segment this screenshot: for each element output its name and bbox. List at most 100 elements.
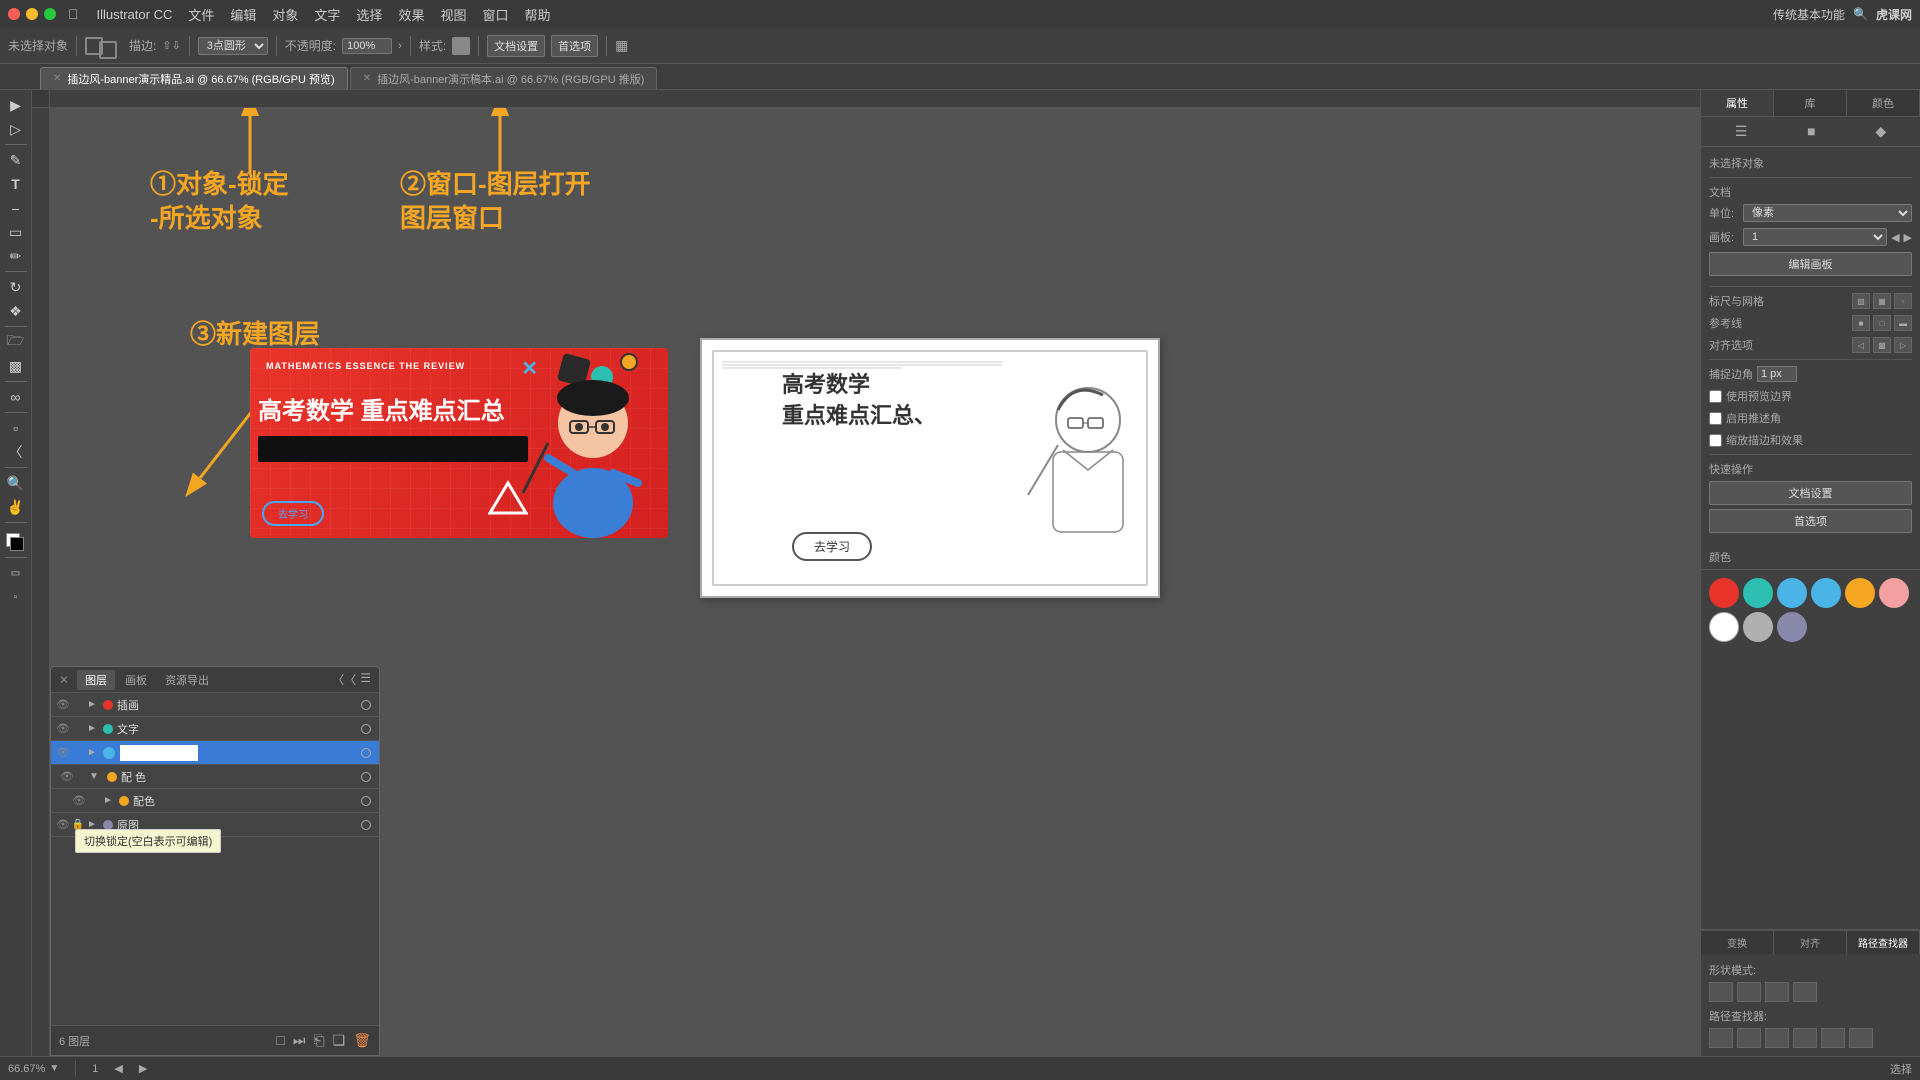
menu-select[interactable]: 选择 — [356, 5, 382, 24]
rulers-icon[interactable]: ▧ — [1852, 293, 1870, 309]
swatch-red[interactable] — [1709, 578, 1739, 608]
menu-view[interactable]: 视图 — [440, 5, 466, 24]
layer-visibility-5[interactable]: 👁 — [55, 818, 71, 831]
slice-tool[interactable]: 〈 — [3, 441, 29, 463]
menu-window[interactable]: 窗口 — [482, 5, 508, 24]
rp-tab-library[interactable]: 库 — [1774, 90, 1847, 116]
artboard-nav-right[interactable]: ▶ — [139, 1062, 147, 1075]
rect-tool[interactable]: ▭ — [3, 221, 29, 243]
swatch-lavender[interactable] — [1777, 612, 1807, 642]
lp-tab-export[interactable]: 资源导出 — [157, 670, 217, 690]
layer-row-wenzi[interactable]: 👁 ► 文字 — [51, 717, 379, 741]
rp-tab-align[interactable]: 对齐 — [1774, 931, 1847, 954]
tab-1[interactable]: ✕ 插边风-banner演示精品.ai @ 66.67% (RGB/GPU 预览… — [40, 67, 348, 89]
layer-expand-4[interactable]: ► — [101, 795, 115, 806]
rp-library-icon[interactable]: ■ — [1807, 123, 1815, 140]
align-right-icon[interactable]: ▷ — [1894, 337, 1912, 353]
rp-tab-transform[interactable]: 变换 — [1701, 931, 1774, 954]
selection-tool[interactable]: ▶ — [3, 94, 29, 116]
rp-edit-canvas-btn[interactable]: 编辑画板 — [1709, 252, 1912, 276]
rp-tab-color[interactable]: 颜色 — [1847, 90, 1920, 116]
layers-collapse[interactable]: 〈〈 — [332, 671, 356, 688]
shape-exclude[interactable] — [1793, 982, 1817, 1002]
minimize-button[interactable] — [26, 8, 38, 20]
rp-prefs-btn[interactable]: 首选项 — [1709, 509, 1912, 533]
layer-visibility-2[interactable]: 👁 — [55, 746, 71, 759]
direct-select-tool[interactable]: ▷ — [3, 118, 29, 140]
tab2-close[interactable]: ✕ — [363, 73, 371, 84]
swatch-teal[interactable] — [1743, 578, 1773, 608]
layer-duplicate-btn[interactable]: ❑ — [333, 1032, 346, 1049]
guides-icon3[interactable]: ▬ — [1894, 315, 1912, 331]
shape-intersect[interactable] — [1765, 982, 1789, 1002]
stroke-swatch[interactable] — [99, 41, 117, 59]
rp-distort-checkbox[interactable] — [1709, 434, 1722, 447]
rp-canvas-next[interactable]: ▶ — [1904, 231, 1912, 244]
menu-illustrator[interactable]: Illustrator CC — [97, 7, 173, 22]
menu-object[interactable]: 对象 — [272, 5, 298, 24]
points-select[interactable]: 3点圆形 — [198, 37, 268, 55]
close-button[interactable] — [8, 8, 20, 20]
rp-tab-pathfinder[interactable]: 路径查找器 — [1847, 931, 1920, 954]
layer-clipboard-btn[interactable]: ⎗ — [313, 1032, 324, 1049]
lp-tab-layers[interactable]: 图层 — [77, 670, 115, 690]
blend-tool[interactable]: ∞ — [3, 386, 29, 408]
rp-properties-icon[interactable]: ☰ — [1735, 123, 1748, 140]
doc-settings-btn[interactable]: 文档设置 — [487, 35, 545, 57]
layer-visibility-4[interactable]: 👁 — [71, 794, 87, 807]
pf-trim[interactable] — [1737, 1028, 1761, 1048]
maximize-button[interactable] — [44, 8, 56, 20]
layer-visibility-3[interactable]: 👁 — [59, 770, 75, 783]
layer-delete-btn[interactable]: 🗑 — [353, 1032, 371, 1049]
zoom-tool[interactable]: 🔍 — [3, 472, 29, 494]
workspace-label[interactable]: 传统基本功能 — [1773, 6, 1845, 23]
swatch-blue2[interactable] — [1811, 578, 1841, 608]
screen-mode[interactable]: ▫ — [3, 586, 29, 608]
rp-tab-properties[interactable]: 属性 — [1701, 90, 1774, 116]
zoom-down[interactable]: ▼ — [49, 1063, 59, 1074]
rp-canvas-prev[interactable]: ◀ — [1891, 231, 1899, 244]
gradient-tool[interactable]: ▩ — [3, 355, 29, 377]
lp-tab-artboards[interactable]: 画板 — [117, 670, 155, 690]
layer-row-chua[interactable]: 👁 ► 插画 — [51, 693, 379, 717]
layer-row-editing[interactable]: 👁 ► — [51, 741, 379, 765]
layer-name-input[interactable] — [119, 744, 199, 762]
rp-snap-input[interactable] — [1757, 366, 1797, 382]
layer-expand-0[interactable]: ► — [85, 699, 99, 710]
arrange-icon[interactable]: ▦ — [615, 37, 628, 54]
rp-doc-settings-btn[interactable]: 文档设置 — [1709, 481, 1912, 505]
swatch-gray[interactable] — [1743, 612, 1773, 642]
color-fill[interactable] — [4, 531, 28, 553]
pf-crop[interactable] — [1793, 1028, 1817, 1048]
rp-unit-select[interactable]: 像素 — [1743, 204, 1912, 222]
layer-row-peise-parent[interactable]: 👁 ▼ 配 色 — [51, 765, 379, 789]
eyedropper-tool[interactable]: 🗁 — [3, 331, 29, 353]
menu-help[interactable]: 帮助 — [524, 5, 550, 24]
tab1-close[interactable]: ✕ — [53, 73, 61, 84]
layer-expand-1[interactable]: ► — [85, 723, 99, 734]
type-tool[interactable]: T — [3, 173, 29, 195]
menu-text[interactable]: 文字 — [314, 5, 340, 24]
pf-divide[interactable] — [1709, 1028, 1733, 1048]
pen-tool[interactable]: ✎ — [3, 149, 29, 171]
pf-outline[interactable] — [1821, 1028, 1845, 1048]
normal-mode[interactable]: ▭ — [3, 562, 29, 584]
guides-icon1[interactable]: ■ — [1852, 315, 1870, 331]
swatch-orange[interactable] — [1845, 578, 1875, 608]
layer-visibility-1[interactable]: 👁 — [55, 722, 71, 735]
rotate-tool[interactable]: ↻ — [3, 276, 29, 298]
swatch-white[interactable] — [1709, 612, 1739, 642]
align-left-icon[interactable]: ◁ — [1852, 337, 1870, 353]
rp-canvas-select[interactable]: 1 — [1743, 228, 1887, 246]
align-center-icon[interactable]: ▩ — [1873, 337, 1891, 353]
pf-minus-back[interactable] — [1849, 1028, 1873, 1048]
grid-icon[interactable]: ▦ — [1873, 293, 1891, 309]
menu-effect[interactable]: 效果 — [398, 5, 424, 24]
layer-visibility-0[interactable]: 👁 — [55, 698, 71, 711]
rp-snap-checkbox[interactable] — [1709, 390, 1722, 403]
layers-close[interactable]: ✕ — [59, 673, 69, 687]
layer-expand-2[interactable]: ► — [85, 747, 99, 758]
menu-file[interactable]: 文件 — [188, 5, 214, 24]
rp-color-icon[interactable]: ◆ — [1875, 123, 1886, 140]
preferences-btn[interactable]: 首选项 — [551, 35, 598, 57]
